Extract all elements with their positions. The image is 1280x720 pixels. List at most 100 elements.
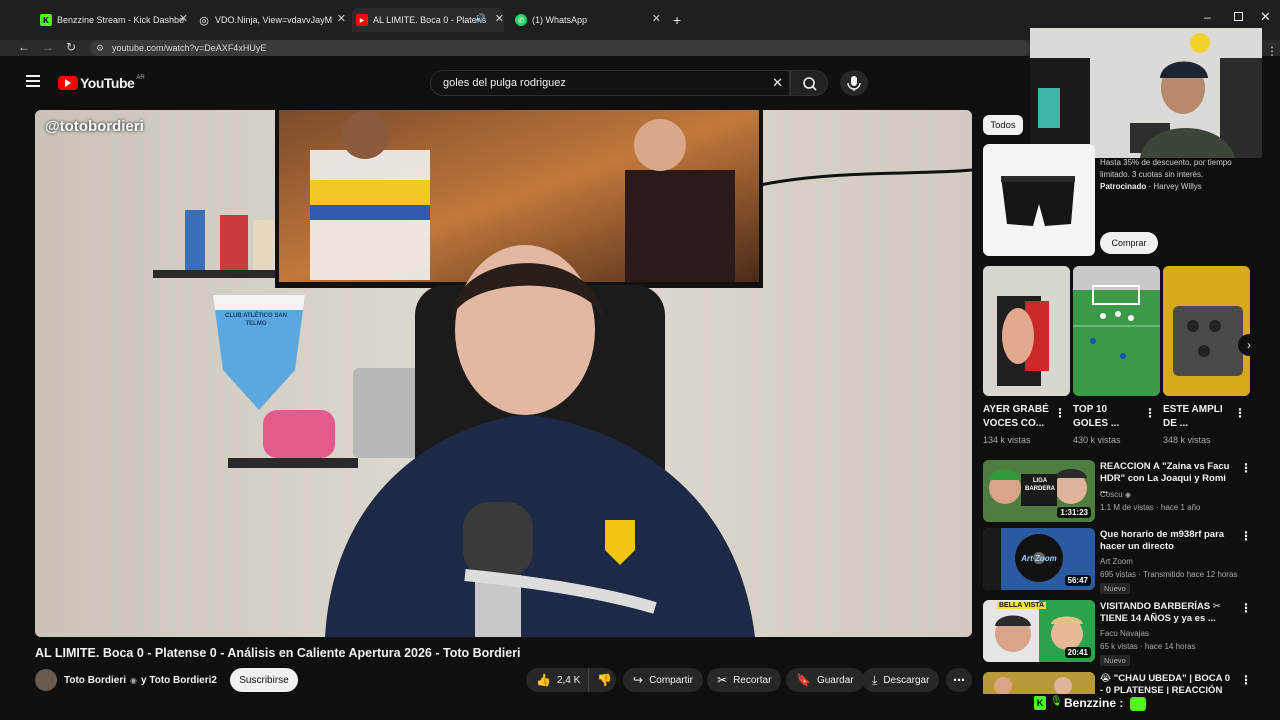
channel-avatar[interactable] bbox=[35, 669, 57, 691]
short-thumbnail-2[interactable] bbox=[1073, 266, 1160, 396]
more-vertical-icon[interactable]: ⋮ bbox=[1240, 461, 1252, 475]
video-duration: 56:47 bbox=[1064, 575, 1091, 586]
short-2-views: 430 k vistas bbox=[1073, 435, 1121, 445]
search-icon bbox=[803, 77, 817, 91]
kick-icon: K bbox=[1034, 696, 1046, 710]
forward-icon[interactable]: → bbox=[42, 40, 54, 54]
more-horizontal-icon: ⋯ bbox=[953, 673, 965, 687]
short-title-line: GOLES ... bbox=[1073, 418, 1120, 429]
close-icon[interactable]: ✕ bbox=[337, 12, 346, 25]
tab-vdo-ninja[interactable]: ◎ VDO.Ninja, View=vdavvJayM ✕ bbox=[198, 8, 346, 32]
channel-collab[interactable]: y Toto Bordieri2 bbox=[141, 675, 217, 686]
microphone-icon: 🎙 bbox=[1050, 696, 1063, 707]
save-button[interactable]: 🔖 Guardar bbox=[786, 668, 864, 692]
webcam-overlay bbox=[1030, 28, 1262, 158]
video-3-title[interactable]: VISITANDO BARBERÍAS ✂ TIENE 14 AÑOS y ya… bbox=[1100, 601, 1235, 625]
download-button[interactable]: ⤓ Descargar bbox=[862, 668, 940, 692]
search-button[interactable] bbox=[790, 70, 828, 96]
more-vertical-icon[interactable]: ⋮ bbox=[1240, 529, 1252, 543]
whatsapp-icon: ✆ bbox=[515, 14, 527, 26]
microphone-icon bbox=[847, 76, 861, 91]
more-vertical-icon[interactable]: ⋮ bbox=[1240, 673, 1252, 687]
verified-icon: ◉ bbox=[1124, 492, 1132, 499]
short-title-line: TOP 10 bbox=[1073, 404, 1108, 415]
more-vertical-icon[interactable]: ⋮ bbox=[1054, 406, 1066, 420]
short-1-title[interactable]: AYER GRABÉ VOCES CO... bbox=[983, 403, 1049, 431]
short-title-line: ESTE AMPLI bbox=[1163, 404, 1223, 415]
voice-search-button[interactable] bbox=[840, 70, 868, 96]
back-icon[interactable]: ← bbox=[18, 40, 30, 54]
more-actions-button[interactable]: ⋯ bbox=[946, 668, 972, 692]
video-2-meta: 695 vistas · Transmitido hace 12 horas bbox=[1100, 570, 1238, 579]
video-watermark: @totobordieri bbox=[45, 118, 144, 135]
video-thumbnail-3[interactable]: BELLA VISTA 20:41 bbox=[983, 600, 1095, 662]
video-3-channel[interactable]: Facu Navajas bbox=[1100, 629, 1149, 638]
video-player[interactable]: @totobordieri CLUB ATLÉTICO SAN TELMO bbox=[35, 110, 972, 637]
browser-menu-icon[interactable]: ⋮ bbox=[1266, 44, 1278, 58]
hamburger-menu-icon[interactable] bbox=[26, 75, 40, 87]
reload-icon[interactable]: ↻ bbox=[66, 40, 76, 54]
dislike-button[interactable]: 👎 bbox=[588, 668, 616, 692]
thumbs-up-icon: 👍 bbox=[536, 673, 551, 687]
tab-youtube-video[interactable]: ▶ AL LIMITE. Boca 0 - Platens 🔊 ✕ bbox=[352, 8, 504, 32]
video-thumbnail-4[interactable] bbox=[983, 672, 1095, 694]
speaker-icon[interactable]: 🔊 bbox=[475, 13, 486, 24]
short-2-title[interactable]: TOP 10 GOLES ... bbox=[1073, 403, 1119, 431]
kick-icon: K bbox=[40, 14, 52, 26]
video-thumbnail-1[interactable]: LIGA BARDERA 1:31:23 bbox=[983, 460, 1095, 522]
url-field[interactable]: ⚙ youtube.com/watch?v=DeAXF4xHUyE bbox=[90, 40, 1030, 56]
more-vertical-icon[interactable]: ⋮ bbox=[1234, 406, 1246, 420]
more-vertical-icon[interactable]: ⋮ bbox=[1240, 601, 1252, 615]
short-1-views: 134 k vistas bbox=[983, 435, 1031, 445]
video-2-title[interactable]: Que horario de m938rf para hacer un dire… bbox=[1100, 529, 1235, 553]
share-button[interactable]: ↪ Compartir bbox=[623, 668, 703, 692]
video-1-channel[interactable]: Coscu ◉ bbox=[1100, 490, 1131, 499]
more-vertical-icon[interactable]: ⋮ bbox=[1144, 406, 1156, 420]
clip-button[interactable]: ✂ Recortar bbox=[707, 668, 782, 692]
youtube-logo[interactable]: YouTube AR bbox=[58, 75, 145, 91]
search-input[interactable]: goles del pulga rodriguez ✕ bbox=[430, 70, 790, 96]
close-icon[interactable]: ✕ bbox=[652, 12, 661, 25]
new-tab-icon[interactable]: + bbox=[673, 12, 681, 28]
url-text: youtube.com/watch?v=DeAXF4xHUyE bbox=[112, 43, 267, 53]
youtube-wordmark: YouTube bbox=[80, 75, 135, 91]
chip-all[interactable]: Todos bbox=[983, 115, 1023, 135]
site-info-icon[interactable]: ⚙ bbox=[96, 40, 104, 56]
tab-kick-dashboard[interactable]: K Benzzine Stream - Kick Dashbo ✕ bbox=[40, 8, 188, 32]
video-1-meta: 1.1 M de vistas · hace 1 año bbox=[1100, 503, 1201, 512]
video-2-channel[interactable]: Art Zoom bbox=[1100, 557, 1133, 566]
new-badge: Nuevo bbox=[1100, 583, 1130, 594]
streamer-name: Benzzine : bbox=[1064, 696, 1124, 710]
video-4-title[interactable]: 😭 "CHAU UBEDA" | BOCA 0 - 0 PLATENSE | R… bbox=[1100, 673, 1235, 695]
sponsored-label: Patrocinado bbox=[1100, 182, 1147, 191]
tab-label: Benzzine Stream - Kick Dashbo bbox=[57, 15, 185, 25]
short-title-line: AYER GRABÉ bbox=[983, 404, 1049, 415]
clear-search-icon[interactable]: ✕ bbox=[772, 71, 783, 95]
download-label: Descargar bbox=[883, 674, 930, 686]
youtube-favicon-icon: ▶ bbox=[356, 14, 368, 26]
close-window-icon[interactable]: ✕ bbox=[1260, 9, 1271, 25]
channel-name[interactable]: Toto Bordieri bbox=[64, 675, 126, 686]
short-3-title[interactable]: ESTE AMPLI DE ... bbox=[1163, 403, 1223, 431]
buy-button[interactable]: Comprar bbox=[1100, 232, 1158, 254]
subscribe-label: Suscribirse bbox=[239, 674, 289, 686]
short-thumbnail-3[interactable] bbox=[1163, 266, 1250, 396]
channel-names[interactable]: Toto Bordieri ◉ y Toto Bordieri2 bbox=[64, 675, 217, 686]
search-value: goles del pulga rodriguez bbox=[443, 77, 566, 89]
minimize-icon[interactable]: – bbox=[1204, 10, 1211, 24]
youtube-play-icon bbox=[58, 76, 78, 90]
restore-icon[interactable] bbox=[1234, 12, 1243, 21]
subscribe-button[interactable]: Suscribirse bbox=[230, 668, 298, 692]
tab-whatsapp[interactable]: ✆ (1) WhatsApp ✕ bbox=[515, 8, 661, 32]
short-2-image bbox=[1073, 266, 1160, 396]
ad-product-image bbox=[1001, 176, 1075, 226]
chevron-right-icon[interactable]: › bbox=[1238, 334, 1260, 356]
like-button[interactable]: 👍 2,4 K bbox=[526, 668, 588, 692]
close-icon[interactable]: ✕ bbox=[495, 12, 504, 25]
short-thumbnail-1[interactable] bbox=[983, 266, 1070, 396]
close-icon[interactable]: ✕ bbox=[179, 12, 188, 25]
ad-thumbnail[interactable] bbox=[983, 144, 1095, 256]
save-label: Guardar bbox=[816, 674, 854, 686]
video-thumbnail-2[interactable]: Art Zoom 56:47 bbox=[983, 528, 1095, 590]
download-icon: ⤓ bbox=[872, 672, 878, 687]
